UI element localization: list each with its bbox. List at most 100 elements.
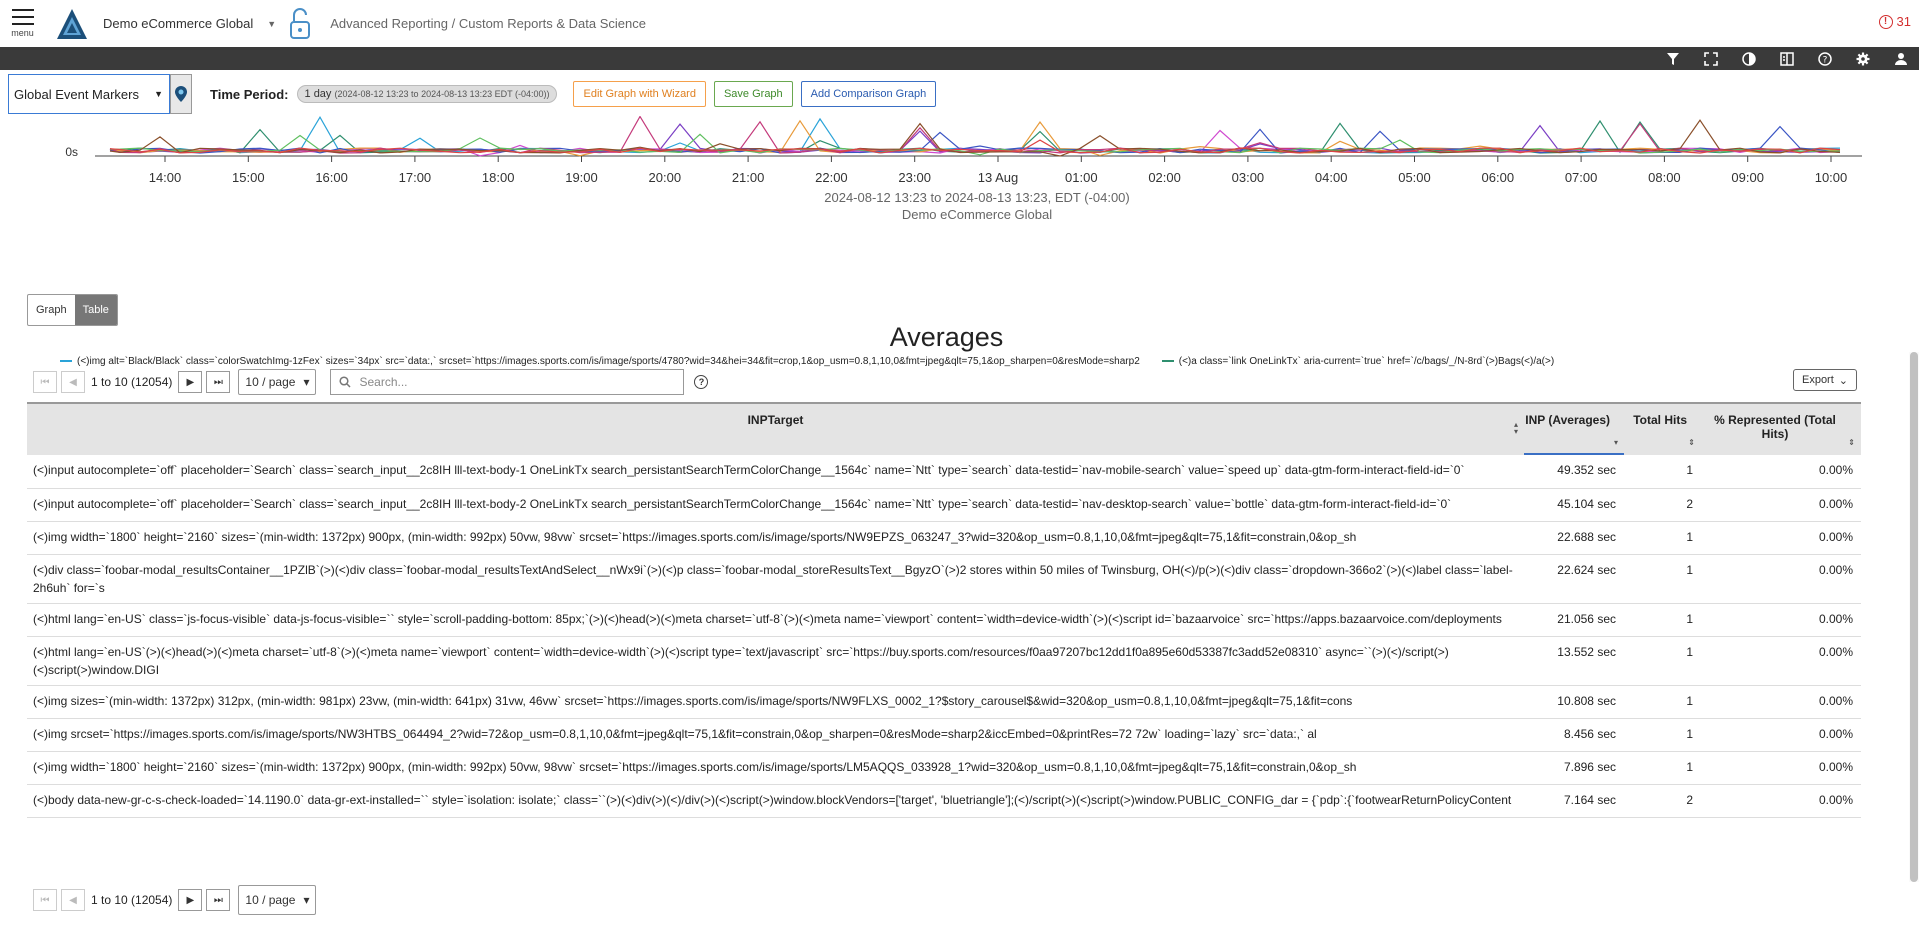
x-tick-label: 07:00 <box>1565 170 1598 185</box>
menu-button[interactable]: menu <box>0 0 45 47</box>
table-row[interactable]: (<)img sizes=`(min-width: 1372px) 312px,… <box>27 685 1861 719</box>
first-page-button[interactable]: ⏮ <box>33 371 57 393</box>
x-axis-ticks: 14:00 15:00 16:00 17:00 18:00 19:00 20:00 21:00… <box>149 156 1847 185</box>
col-header-pct-represented[interactable]: % Represented (Total Hits) ⇕ <box>1701 402 1861 455</box>
page-size-value: 10 / page <box>245 893 296 907</box>
sort-icon: ▴ ▾ <box>1513 420 1518 436</box>
add-comparison-graph-button[interactable]: Add Comparison Graph <box>800 81 937 107</box>
prev-page-button[interactable]: ◀ <box>61 371 85 393</box>
last-page-button[interactable]: ⏭ <box>206 889 231 911</box>
col-header-inptarget[interactable]: INPTarget ▴ ▾ <box>27 402 1524 455</box>
table-row[interactable]: (<)input autocomplete=`off` placeholder=… <box>27 488 1861 522</box>
x-tick-label: 20:00 <box>649 170 682 185</box>
scrollbar-thumb[interactable] <box>1910 352 1918 882</box>
table-row[interactable]: (<)input autocomplete=`off` placeholder=… <box>27 455 1861 489</box>
alert-indicator[interactable]: ! 31 <box>1878 14 1911 29</box>
x-tick-label: 19:00 <box>565 170 598 185</box>
search-input[interactable]: Search... <box>330 369 685 395</box>
edit-graph-wizard-button[interactable]: Edit Graph with Wizard <box>573 81 706 107</box>
time-period-pill[interactable]: 1 day (2024-08-12 13:23 to 2024-08-13 13… <box>296 85 558 103</box>
export-button[interactable]: Export ⌄ <box>1792 369 1857 391</box>
table-row[interactable]: (<)html lang=`en-US`(>)(<)head(>)(<)meta… <box>27 636 1861 686</box>
legend-swatch <box>1161 360 1174 363</box>
event-markers-select[interactable]: Global Event Markers ▼ <box>8 74 170 114</box>
page-size-value: 10 / page <box>245 375 296 389</box>
x-tick-label: 01:00 <box>1065 170 1098 185</box>
legend-item[interactable]: (<)a class=`link OneLinkTx` aria-current… <box>1161 356 1554 367</box>
table-row[interactable]: (<)body data-new-gr-c-s-check-loaded=`14… <box>27 784 1861 818</box>
graph-view-button[interactable]: Graph <box>28 295 75 325</box>
prev-page-button[interactable]: ◀ <box>61 889 85 911</box>
y-tick-label: 0s <box>65 145 78 159</box>
hamburger-icon <box>11 9 34 25</box>
search-help-icon[interactable]: ? <box>694 375 709 389</box>
row-hits-cell: 1 <box>1624 751 1701 785</box>
alert-icon: ! <box>1878 14 1893 29</box>
row-inp-cell: 7.896 sec <box>1524 751 1624 785</box>
row-pct-cell: 0.00% <box>1701 455 1861 489</box>
legend-label: (<)img alt=`Black/Black` class=`colorSwa… <box>77 356 1140 367</box>
table-row[interactable]: (<)img width=`1800` height=`2160` sizes=… <box>27 521 1861 555</box>
row-target-cell: (<)div class=`foobar-modal_resultsContai… <box>27 554 1524 604</box>
next-page-button[interactable]: ▶ <box>178 889 203 911</box>
col-header-label: % Represented (Total Hits) <box>1714 413 1836 441</box>
averages-table: INPTarget ▴ ▾ INP (Averages) ▾ Total Hits ⇕ … <box>27 402 1861 818</box>
pager-top: ⏮ ◀ 1 to 10 (12054) ▶ ⏭ 10 / page ▾ Searc… <box>33 369 709 395</box>
map-pin-icon <box>175 86 187 102</box>
export-label: Export <box>1801 374 1834 386</box>
next-page-button[interactable]: ▶ <box>178 371 203 393</box>
row-hits-cell: 1 <box>1624 685 1701 719</box>
logo-icon[interactable] <box>55 7 89 41</box>
pager-info: 1 to 10 (12054) <box>91 893 173 907</box>
pager-info: 1 to 10 (12054) <box>91 375 173 389</box>
col-header-total-hits[interactable]: Total Hits ⇕ <box>1624 402 1701 455</box>
org-dropdown-icon[interactable]: ▼ <box>267 19 276 29</box>
chart-legend: (<)img alt=`Black/Black` class=`colorSwa… <box>60 356 1554 367</box>
last-page-button[interactable]: ⏭ <box>206 371 231 393</box>
first-page-button[interactable]: ⏮ <box>33 889 57 911</box>
graph-toolbar: Global Event Markers ▼ Time Period: 1 da… <box>0 72 1919 116</box>
row-target-cell: (<)input autocomplete=`off` placeholder=… <box>27 488 1524 522</box>
row-target-cell: (<)img srcset=`https://images.sports.com… <box>27 718 1524 752</box>
row-hits-cell: 1 <box>1624 521 1701 555</box>
legend-item[interactable]: (<)img alt=`Black/Black` class=`colorSwa… <box>60 356 1140 367</box>
row-inp-cell: 21.056 sec <box>1524 603 1624 637</box>
event-marker-pin-button[interactable] <box>170 74 192 114</box>
org-name[interactable]: Demo eCommerce Global <box>103 16 253 31</box>
col-header-label: INPTarget <box>747 413 804 427</box>
menu-label: menu <box>11 28 34 38</box>
legend-swatch <box>60 360 72 363</box>
top-bar: menu Demo eCommerce Global ▼ Advanced Re… <box>0 0 1919 47</box>
settings-icon[interactable] <box>1855 51 1871 67</box>
col-header-inp[interactable]: INP (Averages) ▾ <box>1524 402 1624 455</box>
user-icon[interactable] <box>1893 51 1909 67</box>
chart-range-label: 2024-08-12 13:23 to 2024-08-13 13:23, ED… <box>824 190 1129 205</box>
columns-icon[interactable] <box>1779 51 1795 67</box>
fullscreen-icon[interactable] <box>1703 51 1719 67</box>
row-inp-cell: 49.352 sec <box>1524 455 1624 489</box>
page-size-select[interactable]: 10 / page ▾ <box>238 885 317 915</box>
search-placeholder: Search... <box>359 375 408 389</box>
row-hits-cell: 2 <box>1624 784 1701 818</box>
chart-org-label: Demo eCommerce Global <box>902 207 1052 222</box>
table-row[interactable]: (<)div class=`foobar-modal_resultsContai… <box>27 554 1861 604</box>
time-period-label: Time Period: <box>210 86 289 102</box>
row-hits-cell: 1 <box>1624 603 1701 637</box>
x-tick-label: 03:00 <box>1232 170 1265 185</box>
table-view-button[interactable]: Table <box>74 295 117 325</box>
table-row[interactable]: (<)html lang=`en-US` class=`js-focus-vis… <box>27 603 1861 637</box>
table-row[interactable]: (<)img width=`1800` height=`2160` sizes=… <box>27 751 1861 785</box>
page-size-select[interactable]: 10 / page ▾ <box>238 369 317 395</box>
page-scrollbar[interactable] <box>1909 352 1919 882</box>
row-inp-cell: 13.552 sec <box>1524 636 1624 686</box>
save-graph-button[interactable]: Save Graph <box>713 81 793 107</box>
help-icon[interactable]: ? <box>1817 51 1833 67</box>
contrast-icon[interactable] <box>1741 51 1757 67</box>
filter-icon[interactable] <box>1665 51 1681 67</box>
x-tick-label: 16:00 <box>315 170 348 185</box>
table-row[interactable]: (<)img srcset=`https://images.sports.com… <box>27 718 1861 752</box>
row-target-cell: (<)img width=`1800` height=`2160` sizes=… <box>27 751 1524 785</box>
unlock-icon[interactable] <box>288 7 312 41</box>
chevron-down-icon: ⌄ <box>1838 374 1848 387</box>
sort-desc-icon: ▾ <box>1613 438 1618 447</box>
